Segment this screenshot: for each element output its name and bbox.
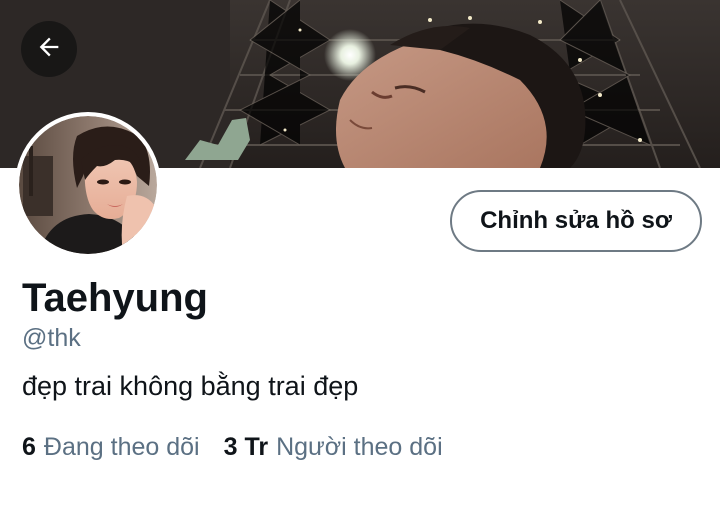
followers-label: Người theo dõi xyxy=(276,433,443,461)
profile-screen: Chỉnh sửa hồ sơ Taehyung @thk đẹp trai k… xyxy=(0,0,720,528)
user-handle: @thk xyxy=(22,324,81,352)
display-name: Taehyung xyxy=(22,276,208,320)
following-link[interactable]: 6 Đang theo dõi xyxy=(22,430,200,464)
followers-count: 3 Tr xyxy=(223,433,269,461)
arrow-left-icon xyxy=(35,33,63,66)
followers-link[interactable]: 3 Tr Người theo dõi xyxy=(224,430,443,464)
avatar[interactable] xyxy=(15,112,161,258)
profile-bio: đẹp trai không bằng trai đẹp xyxy=(22,371,359,401)
back-button[interactable] xyxy=(21,21,77,77)
follow-stats: 6 Đang theo dõi 3 Tr Người theo dõi xyxy=(22,430,443,464)
following-count: 6 xyxy=(22,433,36,461)
edit-profile-button[interactable]: Chỉnh sửa hồ sơ xyxy=(450,190,702,252)
following-label: Đang theo dõi xyxy=(43,433,200,461)
